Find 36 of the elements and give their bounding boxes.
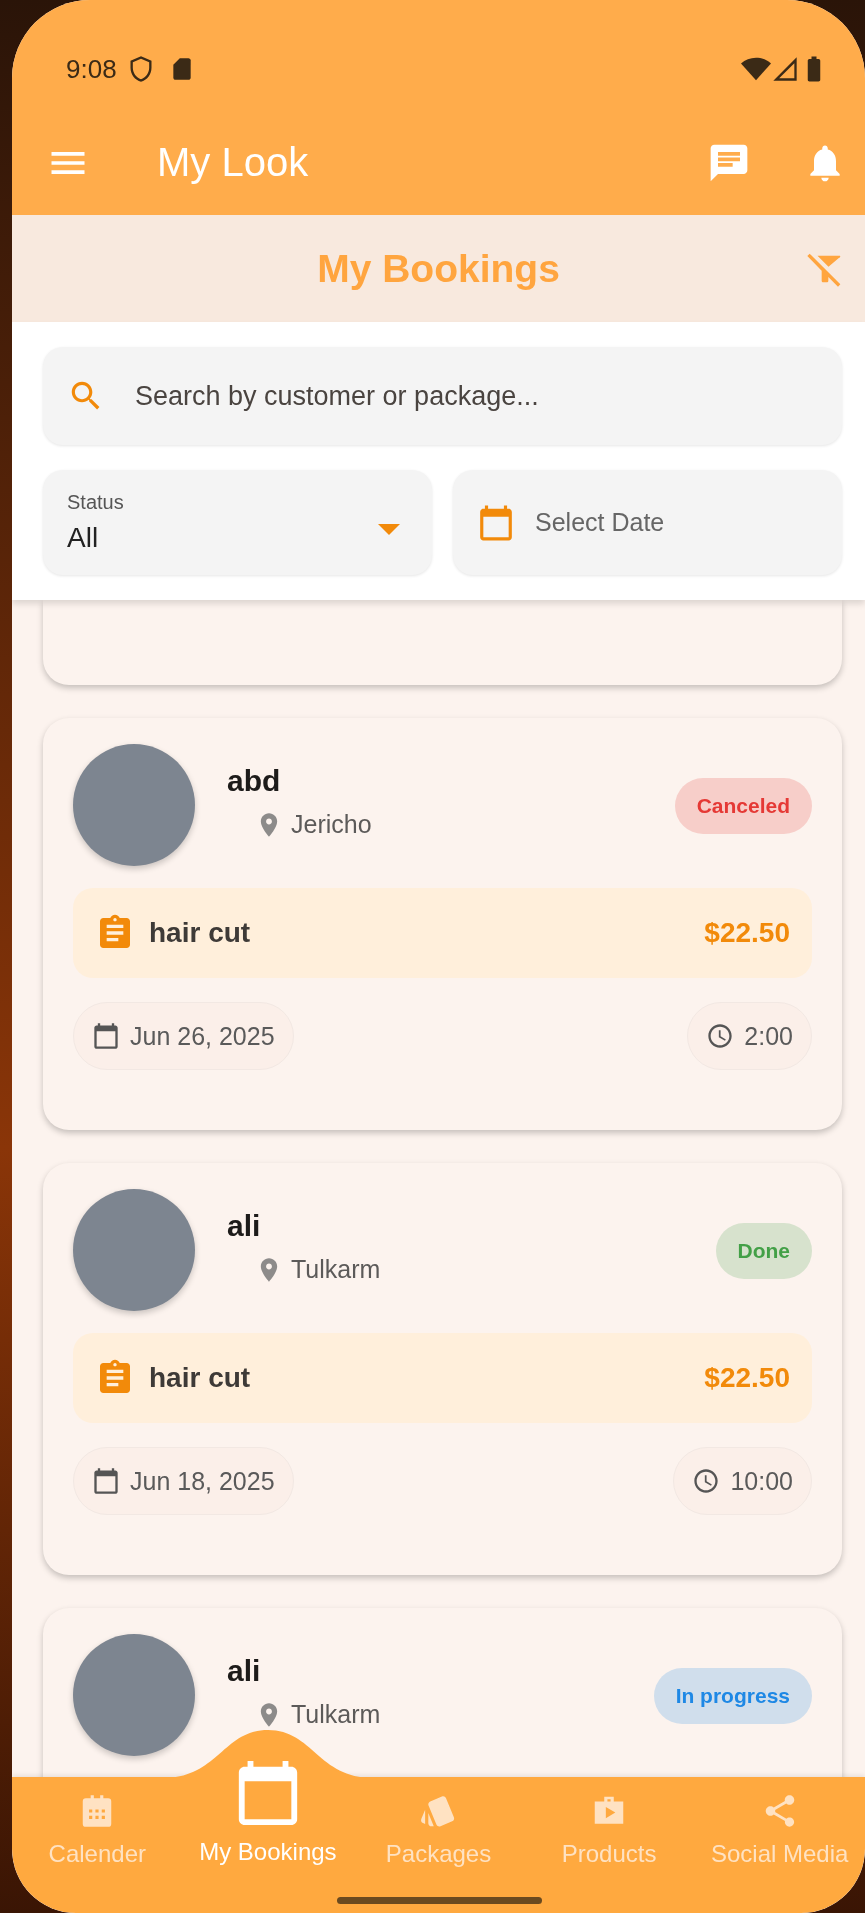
customer-name: ali (227, 1209, 262, 1243)
nav-tab[interactable]: Packages (353, 1777, 524, 1913)
nav-tab[interactable]: Products (523, 1777, 695, 1913)
app-title: My Look (157, 140, 310, 185)
booking-date: Jun 18, 2025 (130, 1466, 275, 1496)
search-field[interactable]: Search by customer or package... (43, 347, 842, 445)
package-price: $22.50 (704, 917, 790, 949)
signal-icon (771, 55, 799, 83)
booking-time: 10:00 (730, 1466, 793, 1496)
package-name: hair cut (149, 1362, 251, 1394)
caret-icon (378, 524, 400, 535)
status-badge: Canceled (674, 778, 812, 834)
clock-icon (706, 1022, 735, 1050)
date-picker-button[interactable]: Select Date (453, 470, 842, 575)
customer-location: Tulkarm (291, 1255, 381, 1284)
customer-name: abd (227, 764, 282, 798)
calendar-icon (477, 503, 515, 542)
page-title: My Bookings (317, 246, 560, 291)
package-name: hair cut (149, 917, 251, 949)
package-price: $22.50 (704, 1362, 790, 1394)
status-badge: Done (715, 1223, 812, 1279)
booking-date: Jun 26, 2025 (130, 1021, 275, 1051)
search-input[interactable]: Search by customer or package... (133, 379, 818, 413)
nav-tab[interactable]: My Bookings (182, 1743, 354, 1913)
customer-name: ali (227, 1654, 262, 1688)
nav-tab[interactable]: Social Media (694, 1777, 865, 1913)
status-dropdown[interactable]: Status All (43, 470, 432, 575)
calendar-icon (92, 1022, 120, 1050)
customer-location: Jericho (291, 810, 372, 839)
calendar-icon (92, 1467, 120, 1495)
customer-location: Tulkarm (291, 1700, 381, 1729)
clock-icon (692, 1467, 721, 1495)
status-badge: In progress (653, 1668, 812, 1724)
booking-time: 2:00 (744, 1021, 793, 1051)
status-time: 9:08 (66, 53, 117, 85)
nav-tab[interactable]: Calender (12, 1777, 183, 1913)
